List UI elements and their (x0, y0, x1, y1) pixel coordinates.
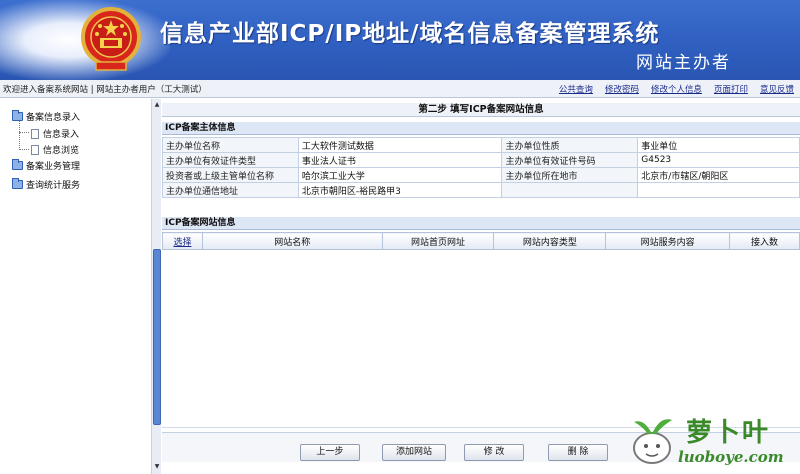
column-header-select[interactable]: 选择 (162, 232, 203, 250)
field-label: 主办单位名称 (162, 137, 299, 153)
subject-section-header: ICP备案主体信息 (162, 122, 800, 135)
sidebar-scrollbar[interactable]: ▲ ▼ (151, 99, 161, 474)
subject-info-table: 主办单位名称 工大软件测试数据 主办单位性质 事业单位 主办单位有效证件类型 事… (162, 137, 800, 198)
step-title: 第二步 填写ICP备案网站信息 (162, 103, 800, 117)
field-label (501, 182, 639, 198)
sidebar-item-label: 信息浏览 (43, 146, 80, 156)
folder-icon (12, 178, 23, 189)
site-section-header: ICP备案网站信息 (162, 217, 800, 230)
welcome-text: 欢迎进入备案系统网站 | 网站主办者用户（工大测试） (3, 85, 207, 95)
table-header-row: 选择 网站名称 网站首页网址 网站内容类型 网站服务内容 接入数 (162, 232, 800, 250)
sidebar-item-label: 信息录入 (43, 130, 80, 140)
tree-connector (19, 149, 29, 150)
national-emblem-icon (81, 7, 141, 71)
table-row: 主办单位名称 工大软件测试数据 主办单位性质 事业单位 (162, 137, 800, 153)
document-icon (31, 144, 39, 155)
watermark: 萝卜叶 luoboye.com (616, 408, 796, 472)
table-row: 主办单位有效证件类型 事业法人证书 主办单位有效证件号码 G4523 (162, 152, 800, 168)
field-label: 主办单位有效证件类型 (162, 152, 299, 168)
table-row: 主办单位通信地址 北京市朝阳区-裕民路甲3 (162, 182, 800, 198)
column-header-homepage-url: 网站首页网址 (381, 232, 495, 250)
site-list-body (162, 250, 800, 428)
folder-icon (12, 159, 23, 170)
column-header-site-name: 网站名称 (201, 232, 383, 250)
top-toolbar: 欢迎进入备案系统网站 | 网站主办者用户（工大测试） 公共查询 修改密码 修改个… (0, 80, 800, 98)
field-label: 主办单位所在地市 (501, 167, 639, 183)
edit-button[interactable]: 修 改 (464, 444, 524, 461)
field-label: 主办单位性质 (501, 137, 639, 153)
site-list-table: 选择 网站名称 网站首页网址 网站内容类型 网站服务内容 接入数 (162, 232, 800, 250)
watermark-text: 萝卜叶 (686, 418, 771, 448)
top-links: 公共查询 修改密码 修改个人信息 页面打印 意见反馈 (559, 83, 794, 95)
add-site-button[interactable]: 添加网站 (382, 444, 446, 461)
sidebar-item-query-statistics[interactable]: 查询统计服务 (12, 178, 80, 191)
column-header-service-content: 网站服务内容 (605, 232, 731, 250)
column-header-access-count: 接入数 (729, 232, 800, 250)
delete-button[interactable]: 删 除 (548, 444, 608, 461)
folder-icon (12, 110, 23, 121)
system-subtitle: 网站主办者 (636, 53, 731, 73)
tree-connector (19, 120, 20, 150)
field-value: 事业法人证书 (297, 152, 503, 168)
sidebar-item-label: 备案信息录入 (26, 113, 81, 123)
field-value: 北京市朝阳区-裕民路甲3 (297, 182, 503, 198)
sidebar-tree: 备案信息录入 信息录入 信息浏览 备案业务管理 查询统计服务 (0, 99, 152, 474)
field-value: G4523 (637, 152, 800, 168)
field-value (637, 182, 800, 198)
link-change-password[interactable]: 修改密码 (605, 83, 639, 95)
field-value: 事业单位 (637, 137, 800, 153)
watermark-url: luoboye.com (678, 448, 784, 466)
document-icon (31, 128, 39, 139)
link-feedback[interactable]: 意见反馈 (760, 83, 794, 95)
field-label: 主办单位有效证件号码 (501, 152, 639, 168)
link-print-page[interactable]: 页面打印 (714, 83, 748, 95)
field-value: 哈尔滨工业大学 (297, 167, 503, 183)
tree-connector (19, 132, 29, 133)
header-banner: 信息产业部ICP/IP地址/域名信息备案管理系统 网站主办者 (0, 0, 800, 80)
sidebar-item-record-entry[interactable]: 备案信息录入 (12, 110, 80, 123)
field-label: 主办单位通信地址 (162, 182, 299, 198)
scroll-down-arrow-icon[interactable]: ▼ (153, 463, 161, 471)
field-value: 工大软件测试数据 (297, 137, 503, 153)
link-public-query[interactable]: 公共查询 (559, 83, 593, 95)
scroll-thumb[interactable] (153, 249, 161, 425)
previous-step-button[interactable]: 上一步 (300, 444, 360, 461)
link-edit-profile[interactable]: 修改个人信息 (651, 83, 702, 95)
system-title: 信息产业部ICP/IP地址/域名信息备案管理系统 (160, 21, 660, 47)
table-row: 投资者或上级主管单位名称 哈尔滨工业大学 主办单位所在地市 北京市/市辖区/朝阳… (162, 167, 800, 183)
column-header-content-type: 网站内容类型 (493, 232, 607, 250)
scroll-up-arrow-icon[interactable]: ▲ (153, 101, 161, 109)
sidebar-item-label: 查询统计服务 (26, 181, 81, 191)
field-value: 北京市/市辖区/朝阳区 (637, 167, 800, 183)
field-label: 投资者或上级主管单位名称 (162, 167, 299, 183)
radish-logo-icon (633, 419, 672, 464)
sidebar-item-business-management[interactable]: 备案业务管理 (12, 159, 80, 172)
sidebar-item-label: 备案业务管理 (26, 162, 81, 172)
sidebar-item-info-browse[interactable]: 信息浏览 (31, 143, 79, 156)
sidebar-item-info-entry[interactable]: 信息录入 (31, 127, 79, 140)
